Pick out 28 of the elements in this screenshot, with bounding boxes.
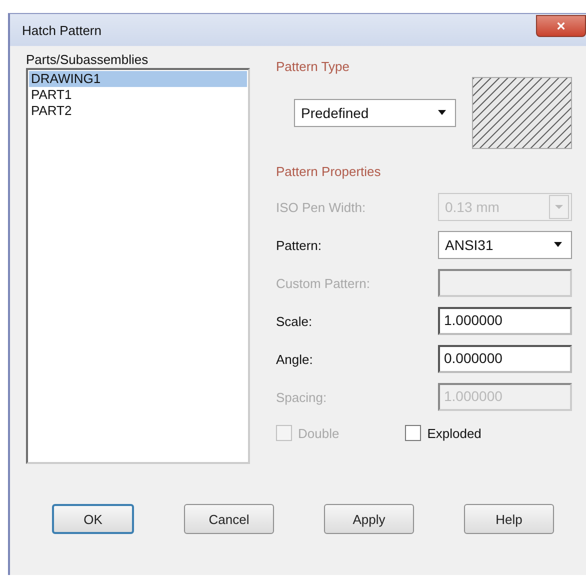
checkbox-label: Exploded — [427, 426, 482, 440]
dialog-button[interactable]: Cancel — [184, 504, 274, 534]
dropdown[interactable]: ANSI31 — [438, 231, 572, 259]
input-field[interactable]: 1.000000 — [438, 307, 572, 335]
caret-icon — [553, 242, 563, 248]
caret-icon — [437, 110, 447, 116]
checkbox[interactable] — [405, 425, 422, 441]
checkbox-label: Double — [298, 426, 340, 440]
list-item[interactable]: PART1 — [29, 87, 247, 103]
input-field[interactable]: 0.000000 — [438, 345, 572, 373]
list-item[interactable]: PART2 — [29, 103, 247, 119]
caret-icon — [555, 204, 563, 210]
close-button[interactable]: × — [536, 15, 586, 37]
field-label: Scale: — [276, 314, 314, 328]
field-label: Pattern: — [276, 238, 323, 252]
dialog-button[interactable]: OK — [52, 504, 134, 534]
field-label: Custom Pattern: — [276, 276, 371, 290]
section-title: Pattern Type — [276, 58, 350, 76]
section-title: Pattern Properties — [276, 163, 382, 181]
field-label: Angle: — [276, 352, 314, 366]
pattern-type-dropdown[interactable]: Predefined — [294, 99, 456, 127]
list-label: Parts/Subassemblies — [26, 52, 150, 68]
dialog-button[interactable]: Help — [464, 504, 554, 534]
window-title: Hatch Pattern — [22, 22, 102, 38]
list-item[interactable]: DRAWING1 — [29, 71, 247, 87]
dialog-button[interactable]: Apply — [324, 504, 414, 534]
field-label: ISO Pen Width: — [276, 200, 367, 214]
field-label: Spacing: — [276, 390, 328, 404]
